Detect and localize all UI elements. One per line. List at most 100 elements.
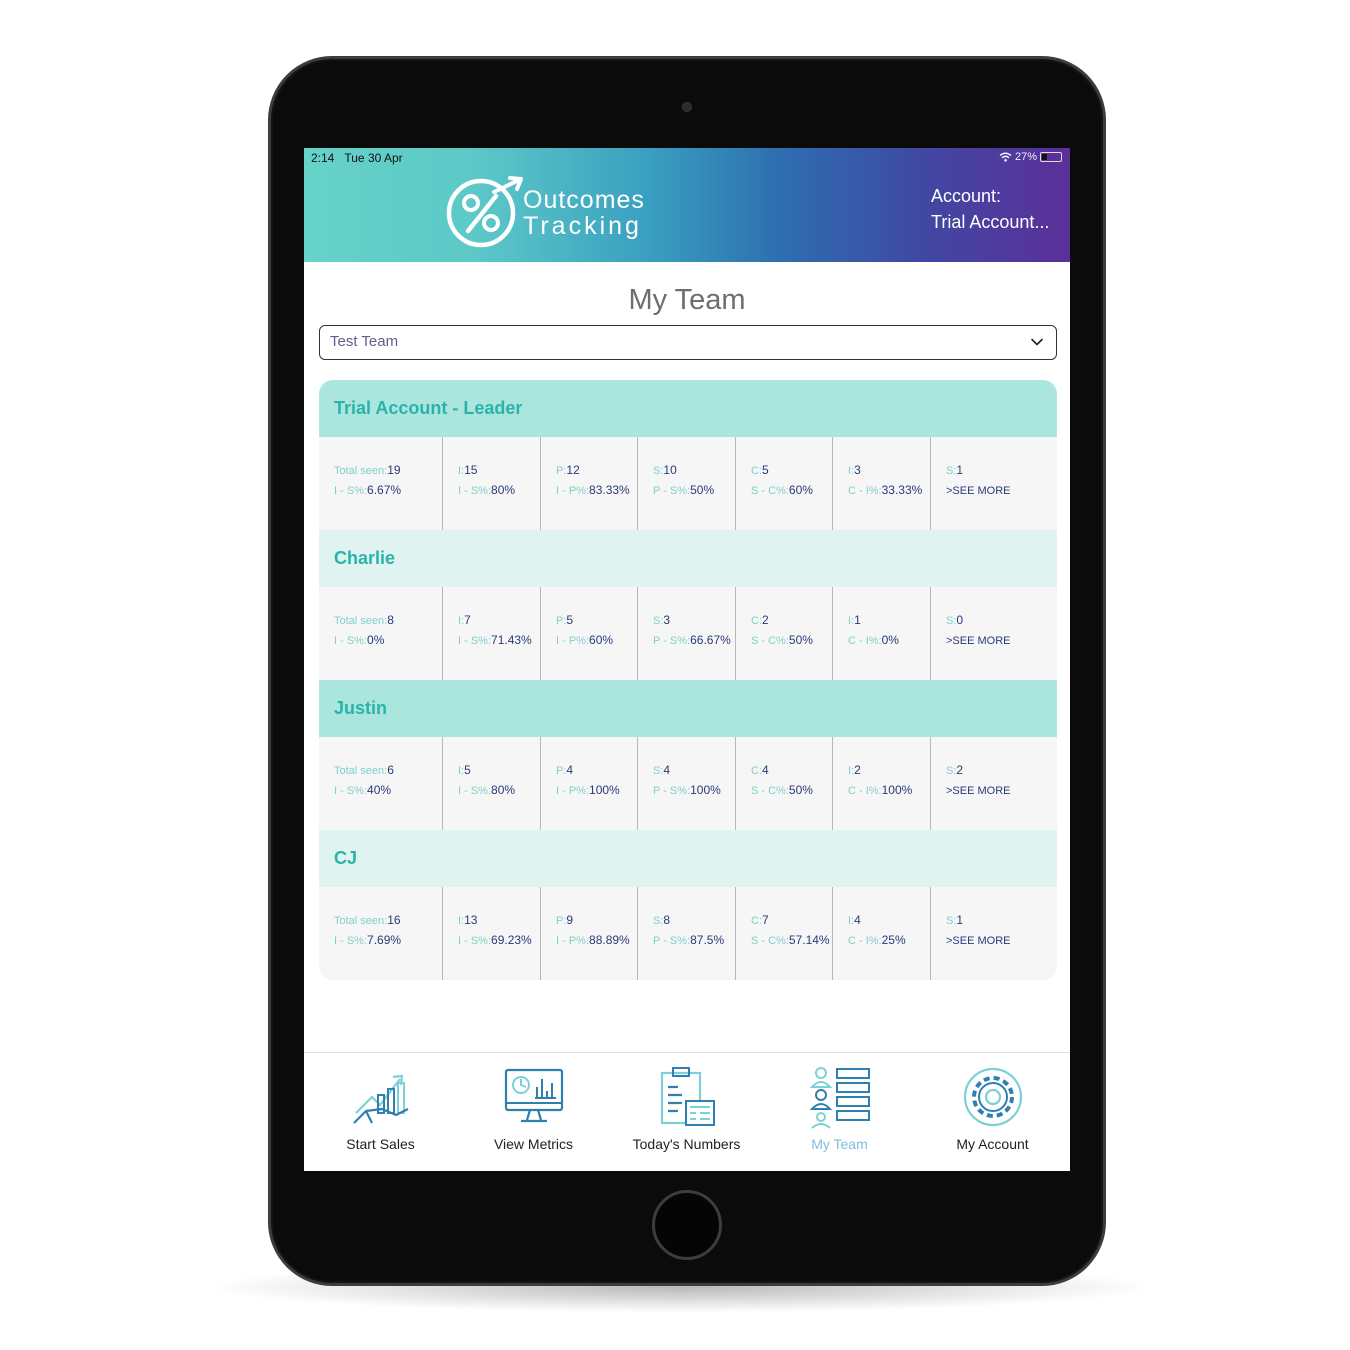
tab-view-metrics[interactable]: View Metrics: [457, 1053, 610, 1171]
stat-line: S:2: [946, 761, 1057, 781]
stat-line: C:7: [751, 911, 832, 931]
team-select-value: Test Team: [330, 333, 399, 350]
stat-line: I - P%:83.33%: [556, 481, 637, 501]
stat-label: I - S%:: [334, 935, 368, 947]
see-more-link[interactable]: >SEE MORE: [946, 631, 1057, 651]
tab-my-account[interactable]: My Account: [916, 1053, 1069, 1171]
team-select[interactable]: Test Team: [319, 325, 1057, 360]
stat-cell: C:2 S - C%:50%: [736, 587, 833, 680]
stat-line: P - S%:87.5%: [653, 931, 735, 951]
stat-label: C - I%:: [848, 935, 882, 947]
stat-value: 4: [854, 913, 861, 927]
team-member-row[interactable]: Trial Account - Leader Total seen:19 I - S…: [319, 380, 1057, 530]
stat-value: 87.5%: [690, 933, 725, 947]
see-more-link[interactable]: >SEE MORE: [946, 781, 1057, 801]
stat-value: 5: [464, 763, 471, 777]
stat-label: I - S%:: [458, 935, 492, 947]
view-metrics-icon: [504, 1068, 564, 1123]
stat-line: I - S%:71.43%: [458, 631, 540, 651]
stat-value: 4: [566, 763, 574, 777]
stat-line: I - S%:69.23%: [458, 931, 540, 951]
stat-cell: I:15 I - S%:80%: [443, 437, 541, 530]
tab-todays-numbers[interactable]: Today's Numbers: [610, 1053, 763, 1171]
team-member-row[interactable]: Charlie Total seen:8 I - S%:0% I:7 I - S%:71…: [319, 530, 1057, 680]
stat-value: 12: [566, 463, 580, 477]
stat-value: 7.69%: [367, 933, 402, 947]
stat-line: P - S%:66.67%: [653, 631, 735, 651]
stat-label: I - S%:: [334, 635, 368, 647]
stat-line: I - S%:7.69%: [334, 931, 442, 951]
battery-icon: [1040, 152, 1062, 162]
team-member-row[interactable]: CJ Total seen:16 I - S%:7.69% I:13 I - S%:69…: [319, 830, 1057, 980]
stat-cell: S:1 >SEE MORE: [931, 887, 1057, 980]
stat-value: 100%: [881, 783, 913, 797]
stat-label: P - S%:: [653, 785, 691, 797]
team-member-row[interactable]: Justin Total seen:6 I - S%:40% I:5 I - S%:80…: [319, 680, 1057, 830]
stat-line: P - S%:100%: [653, 781, 735, 801]
home-button[interactable]: [652, 1190, 722, 1260]
stat-value: 66.67%: [690, 633, 731, 647]
see-more-link[interactable]: >SEE MORE: [946, 931, 1057, 951]
stat-value: 60%: [589, 633, 614, 647]
status-bar-time: 2:14 Tue 30 Apr: [311, 151, 403, 165]
stat-label: S:: [946, 615, 957, 627]
stat-label: P - S%:: [653, 485, 691, 497]
member-stats: Total seen:16 I - S%:7.69% I:13 I - S%:69.2…: [319, 887, 1057, 980]
stat-value: 8: [387, 613, 394, 627]
stat-label: C:: [751, 615, 762, 627]
stat-line: P - S%:50%: [653, 481, 735, 501]
status-bar-indicators: 27%: [999, 151, 1062, 163]
stat-value: 2: [956, 763, 964, 777]
stat-line: I - S%:80%: [458, 781, 540, 801]
stat-value: 10: [663, 463, 677, 477]
stat-cell: P:4 I - P%:100%: [541, 737, 638, 830]
stat-label: C:: [751, 465, 762, 477]
stat-value: 6.67%: [367, 483, 402, 497]
stat-cell: S:2 >SEE MORE: [931, 737, 1057, 830]
stat-value: 100%: [690, 783, 721, 797]
stat-value: 0: [956, 613, 964, 627]
stat-line: I:4: [848, 911, 930, 931]
stat-label: C - I%:: [848, 785, 882, 797]
stat-cell: C:4 S - C%:50%: [736, 737, 833, 830]
stat-cell: S:3 P - S%:66.67%: [638, 587, 736, 680]
stat-line: S:8: [653, 911, 735, 931]
stat-line: S:1: [946, 461, 1057, 481]
tab-start-sales[interactable]: Start Sales: [304, 1053, 457, 1171]
stat-value: 0%: [367, 633, 385, 647]
stat-label: S:: [653, 615, 664, 627]
stat-value: 5: [762, 463, 769, 477]
stat-value: 16: [387, 913, 401, 927]
stat-label: C - I%:: [848, 635, 882, 647]
stat-line: S:4: [653, 761, 735, 781]
tab-my-team[interactable]: My Team: [763, 1053, 916, 1171]
stat-label: P - S%:: [653, 935, 691, 947]
stat-value: 80%: [491, 783, 516, 797]
stat-line: Total seen:19: [334, 461, 442, 481]
stat-value: 7: [762, 913, 769, 927]
stat-line: S:3: [653, 611, 735, 631]
stat-value: 6: [387, 763, 394, 777]
stat-label: I - P%:: [556, 485, 590, 497]
stat-line: Total seen:6: [334, 761, 442, 781]
stat-label: I - S%:: [458, 635, 492, 647]
stat-line: C - I%:0%: [848, 631, 930, 651]
account-name[interactable]: Trial Account...: [931, 212, 1049, 233]
stat-label: I - P%:: [556, 785, 590, 797]
stat-cell: C:5 S - C%:60%: [736, 437, 833, 530]
stat-label: S:: [653, 765, 664, 777]
stat-line: C:2: [751, 611, 832, 631]
stat-cell: I:4 C - I%:25%: [833, 887, 931, 980]
member-name: CJ: [319, 830, 1057, 887]
tab-label: View Metrics: [493, 1136, 574, 1152]
stat-value: 88.89%: [589, 933, 630, 947]
stat-label: I - P%:: [556, 935, 590, 947]
stat-label: S - C%:: [751, 935, 789, 947]
member-name: Trial Account - Leader: [319, 380, 1057, 437]
stat-line: S:10: [653, 461, 735, 481]
see-more-link[interactable]: >SEE MORE: [946, 481, 1057, 501]
stat-line: C:5: [751, 461, 832, 481]
stat-value: 60%: [788, 483, 813, 497]
stat-line: Total seen:16: [334, 911, 442, 931]
my-team-icon: [809, 1067, 870, 1129]
